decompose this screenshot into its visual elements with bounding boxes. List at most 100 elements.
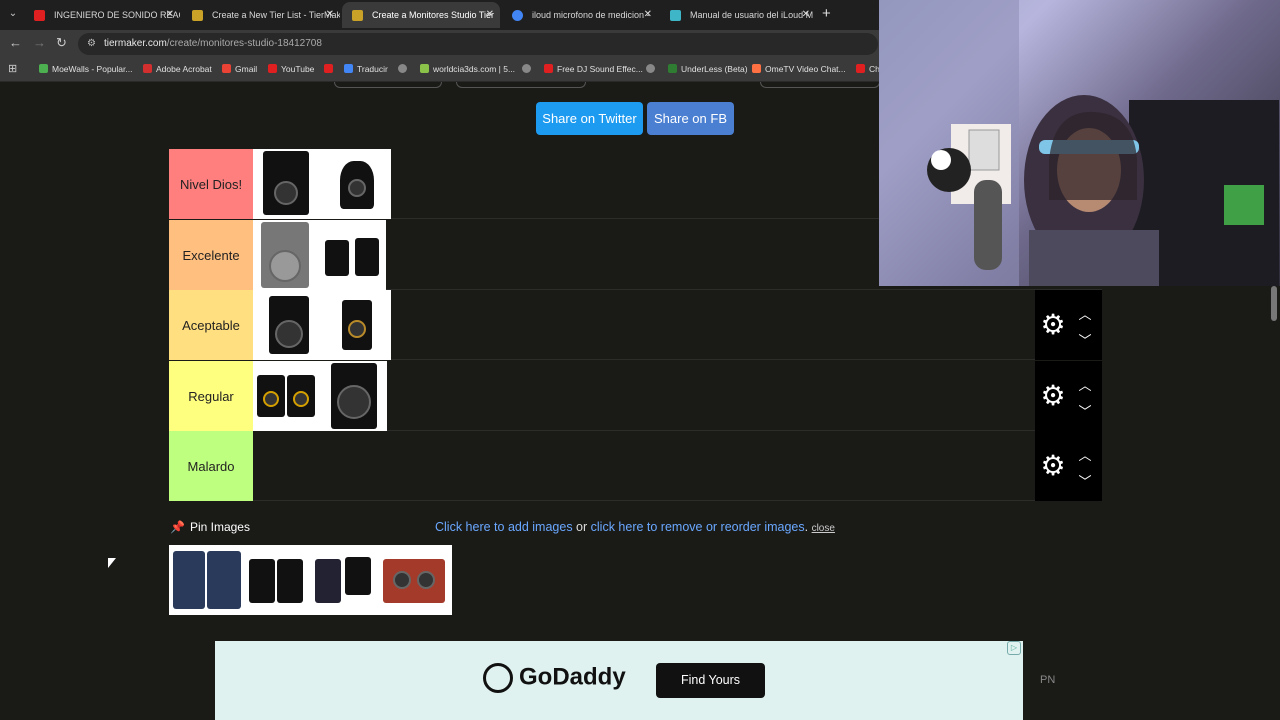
ad-banner[interactable]: GoDaddy Find Yours ▷ <box>215 641 1023 720</box>
remove-reorder-link[interactable]: click here to remove or reorder images <box>591 520 805 534</box>
close-icon[interactable]: ✕ <box>644 2 652 28</box>
reload-icon[interactable]: ↻ <box>56 35 67 51</box>
bookmark-label: OmeTV Video Chat... <box>765 64 846 74</box>
chevron-down-icon[interactable]: ﹀ <box>1075 401 1095 420</box>
tier-row: Regular <box>169 361 1102 431</box>
speaker-image[interactable] <box>245 545 309 615</box>
chevron-down-icon[interactable]: ﹀ <box>1075 330 1095 349</box>
youtube-icon <box>544 64 553 73</box>
globe-icon <box>398 64 407 73</box>
bookmark-label: worldcia3ds.com | 5... <box>433 64 516 74</box>
site-info-icon[interactable]: ⚙ <box>87 33 96 55</box>
chevron-down-icon[interactable]: ﹀ <box>1075 471 1095 490</box>
youtube-icon <box>856 64 865 73</box>
webcam-image <box>879 0 1279 286</box>
speaker-image[interactable] <box>309 545 377 615</box>
globe-icon <box>646 64 655 73</box>
bookmark-item[interactable]: OmeTV Video Chat... <box>752 64 846 74</box>
bookmark-icon <box>420 64 429 73</box>
image-pool <box>169 545 452 615</box>
speaker-image[interactable] <box>322 290 391 360</box>
find-yours-button[interactable]: Find Yours <box>656 663 765 698</box>
iloud-icon <box>670 10 681 21</box>
gmail-icon <box>222 64 231 73</box>
address-bar[interactable]: ⚙ tiermaker.com/create/monitores-studio-… <box>78 33 878 55</box>
bookmark-icon <box>668 64 677 73</box>
bookmark-item[interactable]: Free DJ Sound Effec... <box>544 64 643 74</box>
tier-row: Aceptable <box>169 290 1102 360</box>
close-icon[interactable]: ✕ <box>486 2 494 28</box>
bookmark-label: Traducir <box>357 64 388 74</box>
pin-images-toggle[interactable]: 📌 Pin Images <box>170 520 250 534</box>
globe-icon <box>522 64 531 73</box>
close-icon[interactable]: ✕ <box>802 2 810 28</box>
scrollbar[interactable] <box>1271 286 1277 321</box>
tier-label[interactable]: Excelente <box>169 220 253 290</box>
chevron-up-icon[interactable]: ︿ <box>1075 375 1095 394</box>
speaker-image[interactable] <box>253 220 317 290</box>
bookmark-item[interactable]: Gmail <box>222 64 257 74</box>
adchoices-icon[interactable]: ▷ <box>1007 641 1021 655</box>
browser-tab[interactable]: Manual de usuario del iLoud M ✕ <box>660 2 816 28</box>
chevron-up-icon[interactable]: ︿ <box>1075 304 1095 323</box>
speaker-image[interactable] <box>253 149 322 219</box>
tier-controls: ⚙ ︿ ﹀ <box>1035 290 1102 360</box>
google-icon <box>512 10 523 21</box>
links-dot: . <box>804 520 812 534</box>
gear-icon[interactable]: ⚙ <box>1037 309 1069 341</box>
gear-icon[interactable]: ⚙ <box>1037 450 1069 482</box>
speaker-image[interactable] <box>321 361 387 431</box>
new-tab-icon[interactable]: + <box>822 5 831 22</box>
chevron-up-icon[interactable]: ︿ <box>1075 445 1095 464</box>
acrobat-icon <box>143 64 152 73</box>
bookmark-label: UnderLess (Beta) <box>681 64 748 74</box>
close-icon[interactable]: ✕ <box>166 2 174 28</box>
youtube-icon <box>324 64 333 73</box>
share-twitter-button[interactable]: Share on Twitter <box>536 102 643 135</box>
tier-controls: ⚙ ︿ ﹀ <box>1035 361 1102 431</box>
forward-icon[interactable]: → <box>33 35 46 50</box>
bookmark-label: Gmail <box>235 64 258 74</box>
speaker-image[interactable] <box>253 361 321 431</box>
youtube-icon <box>268 64 277 73</box>
bookmark-icon <box>39 64 48 73</box>
bookmark-item[interactable]: Adobe Acrobat <box>143 64 212 74</box>
pin-label: Pin Images <box>189 520 250 534</box>
godaddy-logo: GoDaddy <box>483 663 626 693</box>
close-link[interactable]: close <box>812 523 835 534</box>
back-icon[interactable]: ← <box>9 35 22 50</box>
tier-label[interactable]: Nivel Dios! <box>169 149 253 219</box>
speaker-image[interactable] <box>377 545 452 615</box>
browser-tab[interactable]: INGENIERO DE SONIDO REACC ✕ <box>24 2 180 28</box>
bookmark-item[interactable]: Ch <box>856 64 880 74</box>
tier-controls: ⚙ ︿ ﹀ <box>1035 431 1102 501</box>
add-images-link[interactable]: Click here to add images <box>435 520 573 534</box>
tier-items <box>253 149 391 219</box>
bookmark-item[interactable]: UnderLess (Beta) <box>668 64 748 74</box>
tiermaker-icon <box>352 10 363 21</box>
bookmark-item[interactable]: YouTube <box>268 64 314 74</box>
bookmark-label: Free DJ Sound Effec... <box>557 64 643 74</box>
speaker-image[interactable] <box>322 149 391 219</box>
browser-tab[interactable]: Create a New Tier List - TierMak ✕ <box>182 2 340 28</box>
tier-label[interactable]: Regular <box>169 361 253 431</box>
share-fb-button[interactable]: Share on FB <box>647 102 734 135</box>
tier-label[interactable]: Aceptable <box>169 290 253 360</box>
gear-icon[interactable]: ⚙ <box>1037 380 1069 412</box>
bookmark-item[interactable]: Traducir <box>344 64 388 74</box>
godaddy-icon <box>483 663 513 693</box>
bookmark-label: MoeWalls - Popular... <box>52 64 133 74</box>
speaker-image[interactable] <box>317 220 386 290</box>
browser-tab-active[interactable]: Create a Monitores Studio Tier ✕ <box>342 2 500 28</box>
close-icon[interactable]: ✕ <box>326 2 334 28</box>
tier-label[interactable]: Malardo <box>169 431 253 501</box>
apps-icon[interactable]: ⊞ <box>8 62 17 75</box>
browser-tab[interactable]: iloud microfono de medicion - ✕ <box>502 2 658 28</box>
bookmark-item[interactable]: worldcia3ds.com | 5... <box>420 64 515 74</box>
tab-search-icon[interactable]: ⌄ <box>4 5 22 23</box>
tab-title: INGENIERO DE SONIDO REACC <box>54 10 180 20</box>
bookmark-label: Adobe Acrobat <box>156 64 212 74</box>
speaker-image[interactable] <box>253 290 322 360</box>
speaker-image[interactable] <box>169 545 245 615</box>
bookmark-item[interactable]: MoeWalls - Popular... <box>39 64 132 74</box>
